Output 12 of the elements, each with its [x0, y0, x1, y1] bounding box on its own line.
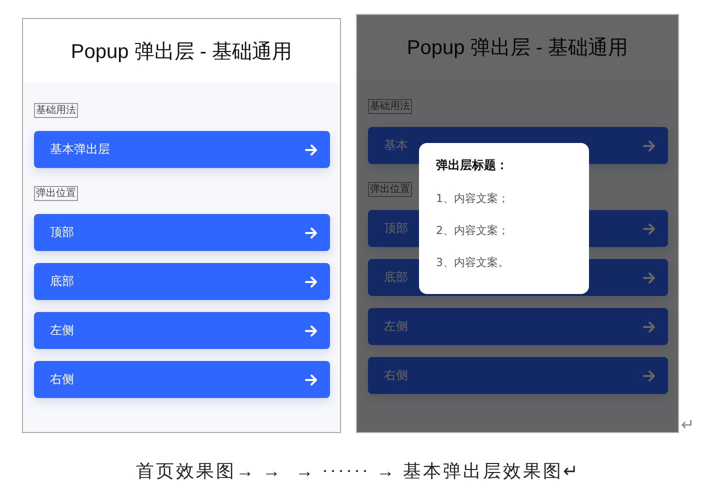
section-label: 基础用法	[34, 103, 78, 118]
section-label: 弹出位置	[368, 182, 412, 197]
popup-text: 2、内容文案；	[436, 223, 510, 238]
section-label: 基础用法	[368, 99, 412, 114]
page-title: Popup 弹出层 - 基础通用	[70, 40, 292, 64]
page-title: Popup 弹出层 - 基础通用	[406, 36, 628, 60]
paragraph-mark: ↵	[681, 417, 694, 433]
popup-title: 弹出层标题：	[436, 157, 509, 174]
section-label: 弹出位置	[34, 186, 78, 201]
popup-text: 1、内容文案；	[436, 191, 510, 206]
popup-text: 3、内容文案。	[436, 255, 510, 270]
figure-caption: 首页效果图→ → → ······ → 基本弹出层效果图↵	[136, 460, 581, 483]
